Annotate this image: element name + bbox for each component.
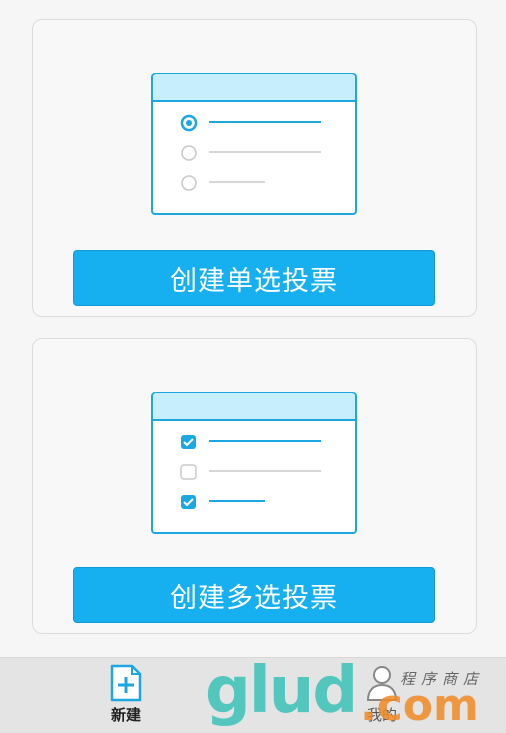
tab-mine[interactable]: 我的 (347, 664, 417, 730)
checkbox-checked-icon (181, 435, 196, 449)
multi-choice-card: 创建多选投票 (32, 338, 477, 634)
radio-empty-icon (181, 175, 197, 191)
bottom-tab-bar: 新建 我的 (0, 657, 506, 733)
tab-mine-label: 我的 (366, 706, 397, 724)
single-choice-card: 创建单选投票 (32, 19, 477, 317)
radio-empty-icon (181, 145, 197, 161)
single-choice-illustration (151, 73, 357, 215)
checkbox-checked-icon (181, 495, 196, 509)
multi-choice-illustration (151, 392, 357, 534)
create-multi-vote-button[interactable]: 创建多选投票 (73, 567, 435, 623)
radio-selected-icon (180, 114, 198, 132)
tab-new[interactable]: 新建 (91, 664, 161, 730)
new-document-icon (110, 664, 142, 702)
checkbox-empty-icon (180, 464, 197, 480)
create-single-vote-button[interactable]: 创建单选投票 (73, 250, 435, 306)
tab-new-label: 新建 (110, 706, 141, 724)
user-icon (366, 666, 398, 701)
